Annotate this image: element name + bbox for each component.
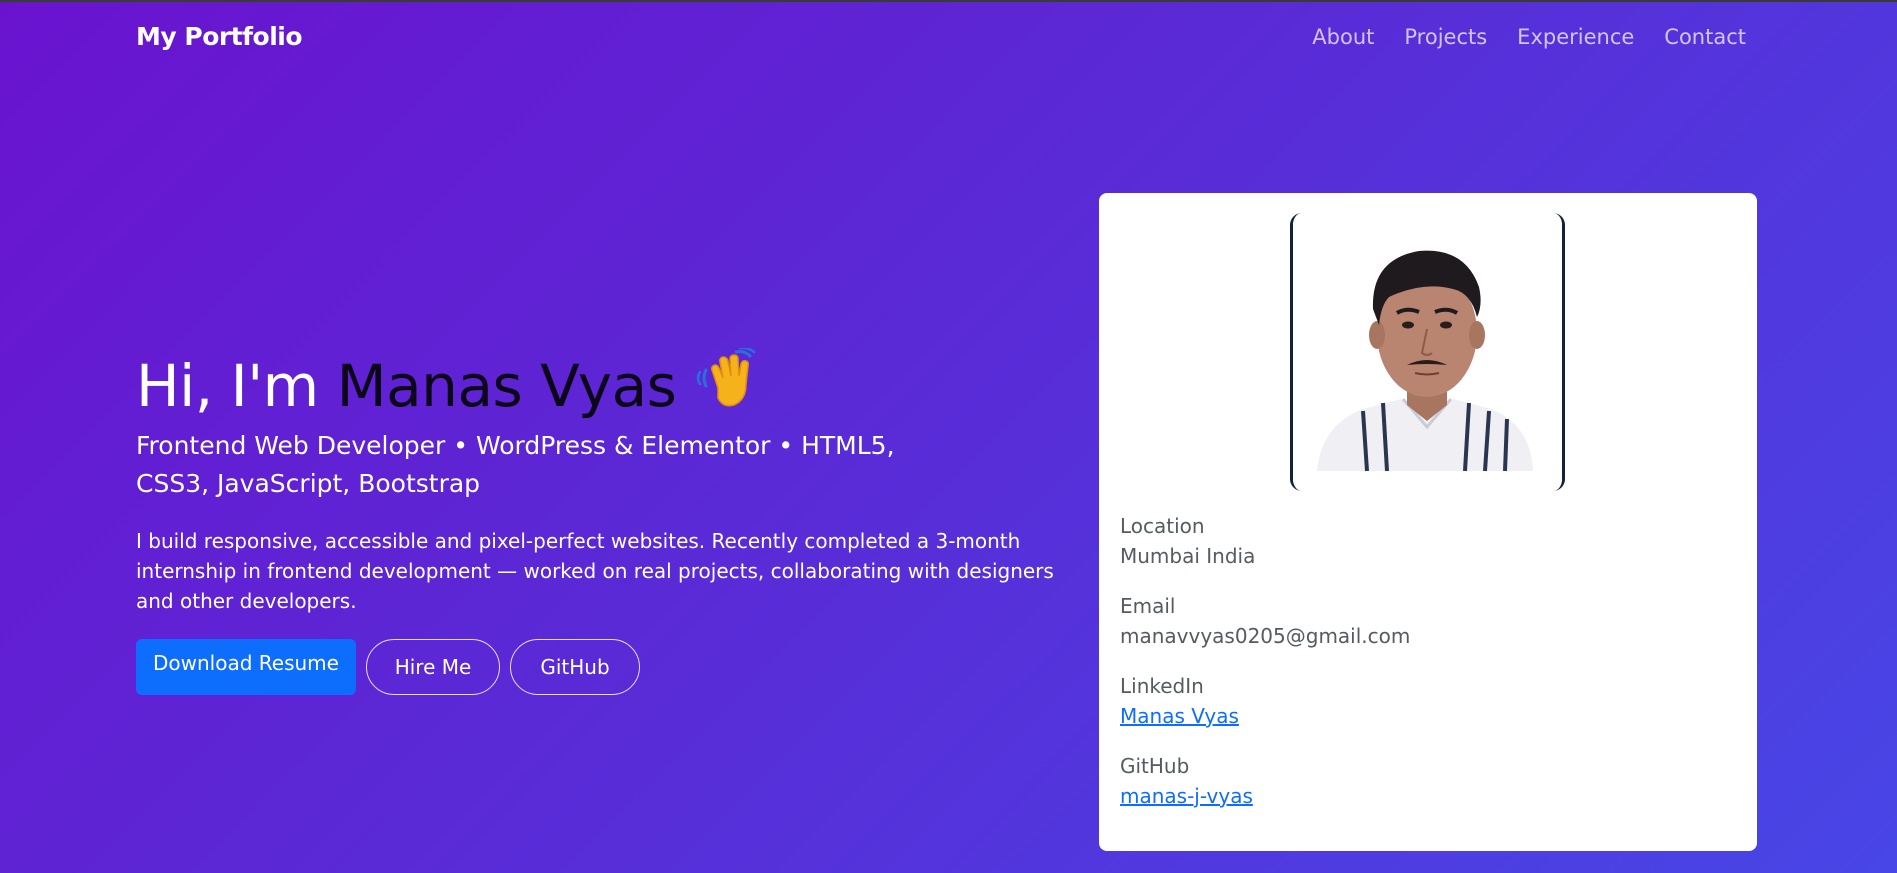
hero-name: Manas Vyas [336,352,677,420]
hire-me-button[interactable]: Hire Me [366,639,500,695]
linkedin-label: LinkedIn [1120,674,1204,698]
hero-description: I build responsive, accessible and pixel… [136,529,1054,613]
brand-logo[interactable]: My Portfolio [136,22,303,51]
nav-link-about[interactable]: About [1312,25,1374,49]
linkedin-link[interactable]: Manas Vyas [1120,704,1239,728]
profile-info: Location Mumbai India Email manavvyas020… [1120,511,1410,831]
email-value: manavvyas0205@gmail.com [1120,624,1411,648]
nav-links: About Projects Experience Contact [1312,25,1746,49]
hero-subtitle: Frontend Web Developer • WordPress & Ele… [136,431,895,498]
location-label: Location [1120,514,1205,538]
nav-link-projects[interactable]: Projects [1404,25,1487,49]
navbar: My Portfolio About Projects Experience C… [0,2,1897,74]
hero-buttons: Download Resume Hire Me GitHub [136,639,1066,695]
hero-section: Hi, I'm Manas Vyas Frontend Web Develope… [136,345,1066,695]
waving-hand-icon [696,346,760,412]
download-resume-button[interactable]: Download Resume [136,639,356,695]
email-item: Email manavvyas0205@gmail.com [1120,591,1410,651]
github-item: GitHub manas-j-vyas [1120,751,1410,811]
github-button[interactable]: GitHub [510,639,640,695]
github-label: GitHub [1120,754,1190,778]
nav-link-experience[interactable]: Experience [1517,25,1634,49]
linkedin-item: LinkedIn Manas Vyas [1120,671,1410,731]
nav-link-contact[interactable]: Contact [1664,25,1746,49]
github-link[interactable]: manas-j-vyas [1120,784,1253,808]
profile-card: Location Mumbai India Email manavvyas020… [1099,193,1757,851]
hero-title: Hi, I'm Manas Vyas [136,345,1066,427]
hero-greeting: Hi, I'm [136,352,337,420]
profile-photo [1290,213,1565,491]
location-value: Mumbai India [1120,544,1256,568]
email-label: Email [1120,594,1176,618]
location-item: Location Mumbai India [1120,511,1410,571]
